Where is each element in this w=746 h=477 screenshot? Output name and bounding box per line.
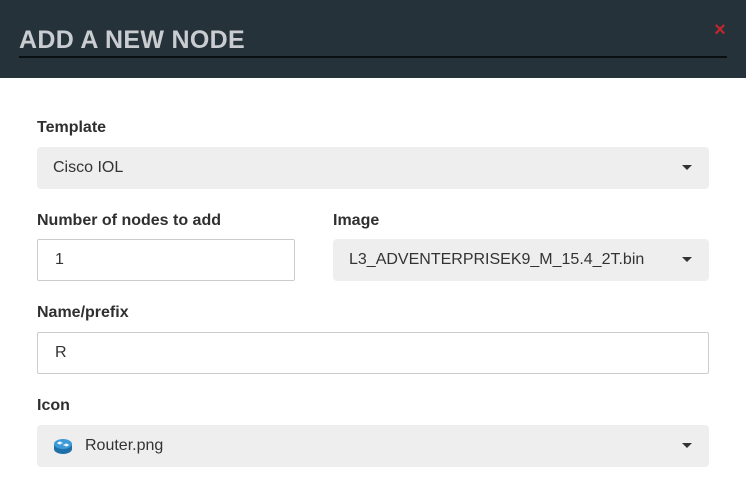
nodes-count-input[interactable]: 1	[37, 239, 295, 281]
nodes-count-value: 1	[55, 251, 64, 268]
image-select-value: L3_ADVENTERPRISEK9_M_15.4_2T.bin	[349, 251, 645, 268]
icon-select[interactable]: Router.png	[37, 425, 709, 467]
dialog-title: ADD A NEW NODE	[19, 26, 245, 54]
name-prefix-value: R	[55, 344, 67, 361]
add-node-dialog: ADD A NEW NODE × Template Cisco IOL Numb…	[0, 0, 746, 477]
router-icon	[54, 439, 72, 454]
image-select[interactable]: L3_ADVENTERPRISEK9_M_15.4_2T.bin	[333, 239, 709, 281]
name-prefix-label: Name/prefix	[37, 304, 129, 321]
nodes-count-label: Number of nodes to add	[37, 212, 221, 229]
name-prefix-input[interactable]: R	[37, 332, 709, 374]
icon-select-value: Router.png	[85, 437, 164, 454]
chevron-down-icon	[682, 165, 692, 170]
image-label: Image	[333, 212, 380, 229]
dialog-header: ADD A NEW NODE ×	[0, 0, 746, 78]
title-underline	[19, 56, 727, 58]
template-select[interactable]: Cisco IOL	[37, 147, 709, 189]
icon-label: Icon	[37, 397, 70, 414]
template-label: Template	[37, 119, 107, 136]
close-icon[interactable]: ×	[710, 20, 730, 40]
template-select-value: Cisco IOL	[53, 159, 124, 176]
chevron-down-icon	[682, 257, 692, 262]
chevron-down-icon	[682, 443, 692, 448]
